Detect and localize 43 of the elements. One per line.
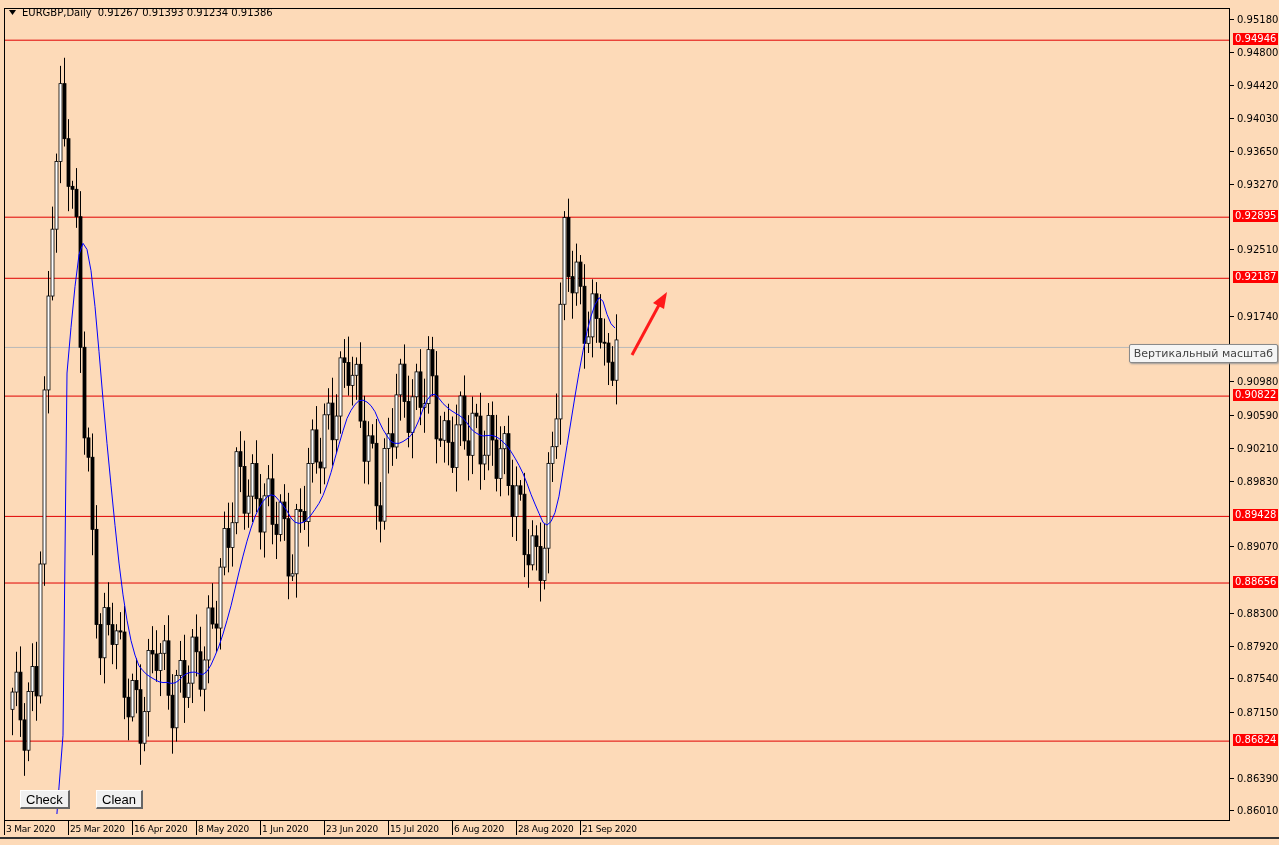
price-tick-label: 0.94420: [1237, 79, 1279, 91]
price-tick-label: 0.91740: [1237, 310, 1279, 322]
price-tick-label: 0.93270: [1237, 178, 1279, 190]
level-price-label: 0.94946: [1233, 33, 1279, 46]
price-tick-label: 0.87540: [1237, 672, 1279, 684]
date-tick-label: 21 Sep 2020: [580, 821, 644, 835]
price-tick-label: 0.86390: [1237, 772, 1279, 784]
price-tick-label: 0.87150: [1237, 706, 1279, 718]
level-price-label: 0.92187: [1233, 271, 1279, 284]
level-price-label: 0.92895: [1233, 210, 1279, 223]
ohlc-values: 0.91267 0.91393 0.91234 0.91386: [97, 9, 273, 18]
date-tick-label: 6 Aug 2020: [452, 821, 516, 835]
price-tick-label: 0.89070: [1237, 540, 1279, 552]
date-tick-label: 25 Mar 2020: [68, 821, 132, 835]
date-tick-label: 1 Jun 2020: [260, 821, 324, 835]
dropdown-triangle-icon[interactable]: [9, 10, 16, 15]
date-tick-label: 15 Jul 2020: [388, 821, 452, 835]
level-price-label: 0.90822: [1233, 389, 1279, 402]
level-price-label: 0.86824: [1233, 734, 1279, 747]
price-tick-label: 0.95180: [1237, 13, 1279, 25]
date-tick-label: 28 Aug 2020: [516, 821, 580, 835]
date-tick-label: 16 Apr 2020: [132, 821, 196, 835]
level-price-label: 0.88656: [1233, 576, 1279, 588]
price-tick-label: 0.89830: [1237, 475, 1279, 487]
price-tick-label: 0.87920: [1237, 640, 1279, 652]
price-tick-label: 0.90980: [1237, 375, 1279, 387]
date-tick-label: 8 May 2020: [196, 821, 260, 835]
price-tick-label: 0.86010: [1237, 804, 1279, 816]
clean-button[interactable]: Clean: [96, 790, 143, 809]
price-tick-label: 0.94030: [1237, 112, 1279, 124]
date-tick-label: 23 Jun 2020: [324, 821, 388, 835]
price-tick-label: 0.93650: [1237, 145, 1279, 157]
price-tick-label: 0.94800: [1237, 46, 1279, 58]
check-button[interactable]: Check: [20, 790, 70, 809]
price-tick-label: 0.92510: [1237, 243, 1279, 255]
arrow-icon: [630, 292, 667, 356]
symbol-timeframe: EURGBP,Daily: [22, 9, 92, 18]
price-tick-label: 0.90590: [1237, 409, 1279, 421]
price-tick-label: 0.88300: [1237, 607, 1279, 619]
price-tick-label: 0.90210: [1237, 442, 1279, 454]
date-tick-label: 3 Mar 2020: [4, 821, 68, 835]
level-price-label: 0.89428: [1233, 509, 1279, 522]
vertical-scale-tooltip: Вертикальный масштаб: [1128, 344, 1278, 363]
